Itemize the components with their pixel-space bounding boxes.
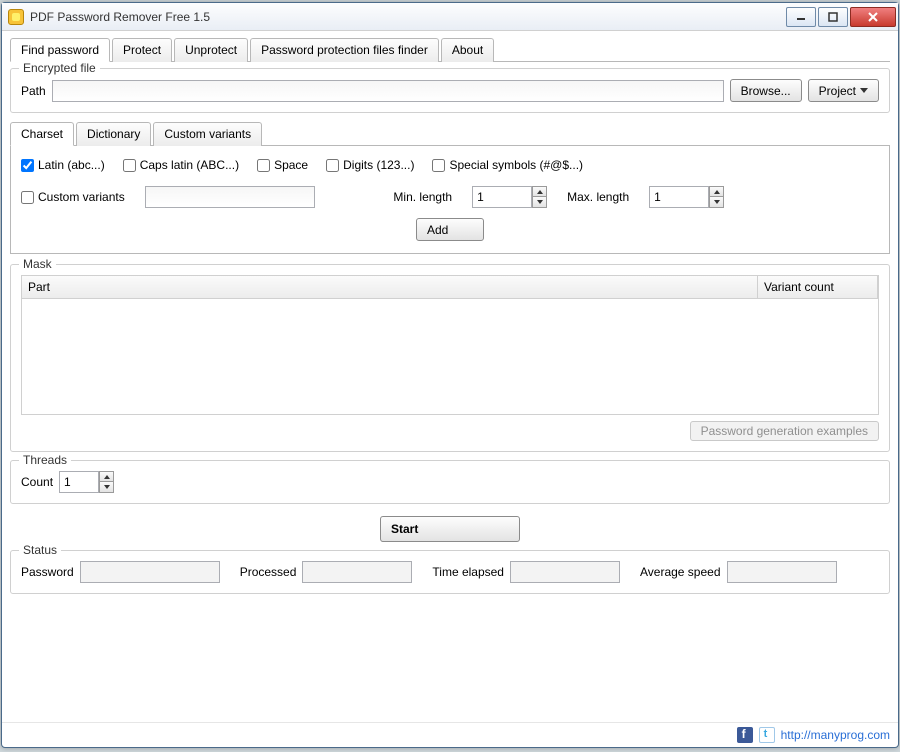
project-label: Project	[819, 84, 856, 98]
label-count: Count	[21, 475, 53, 489]
processed-output	[302, 561, 412, 583]
footer: http://manyprog.com	[2, 722, 898, 747]
password-output	[80, 561, 220, 583]
checkbox-caps-latin[interactable]: Caps latin (ABC...)	[123, 158, 239, 172]
app-icon	[8, 9, 24, 25]
window-title: PDF Password Remover Free 1.5	[30, 10, 210, 24]
start-label: Start	[391, 522, 418, 536]
project-button[interactable]: Project	[808, 79, 879, 102]
maximize-button[interactable]	[818, 7, 848, 27]
close-button[interactable]	[850, 7, 896, 27]
min-length-down[interactable]	[532, 197, 547, 208]
legend-status: Status	[19, 543, 61, 557]
label-password: Password	[21, 565, 74, 579]
tab-protect[interactable]: Protect	[112, 38, 172, 62]
threads-stepper[interactable]	[59, 471, 114, 493]
threads-down[interactable]	[99, 482, 114, 493]
label-max-length: Max. length	[567, 190, 629, 204]
tab-about[interactable]: About	[441, 38, 494, 62]
client-area: Find password Protect Unprotect Password…	[2, 31, 898, 722]
max-length-stepper[interactable]	[649, 186, 724, 208]
avg-speed-output	[727, 561, 837, 583]
charset-tabs: Charset Dictionary Custom variants	[10, 121, 890, 146]
subtab-dictionary[interactable]: Dictionary	[76, 122, 151, 146]
col-part[interactable]: Part	[22, 276, 758, 298]
time-elapsed-output	[510, 561, 620, 583]
window-controls	[784, 7, 896, 27]
legend-mask: Mask	[19, 257, 56, 271]
threads-input[interactable]	[59, 471, 99, 493]
max-length-up[interactable]	[709, 186, 724, 197]
twitter-icon[interactable]	[759, 727, 775, 743]
checkbox-custom-variants[interactable]: Custom variants	[21, 190, 125, 204]
legend-threads: Threads	[19, 453, 71, 467]
subtab-custom-variants[interactable]: Custom variants	[153, 122, 262, 146]
group-mask: Mask Part Variant count Password generat…	[10, 264, 890, 452]
label-space: Space	[274, 158, 308, 172]
tab-unprotect[interactable]: Unprotect	[174, 38, 248, 62]
facebook-icon[interactable]	[737, 727, 753, 743]
min-length-stepper[interactable]	[472, 186, 547, 208]
tab-protection-finder[interactable]: Password protection files finder	[250, 38, 439, 62]
titlebar: PDF Password Remover Free 1.5	[2, 3, 898, 31]
label-min-length: Min. length	[393, 190, 452, 204]
label-avg-speed: Average speed	[640, 565, 721, 579]
checkbox-latin[interactable]: Latin (abc...)	[21, 158, 105, 172]
charset-panel: Latin (abc...) Caps latin (ABC...) Space…	[10, 146, 890, 254]
browse-button[interactable]: Browse...	[730, 79, 802, 102]
label-special: Special symbols (#@$...)	[449, 158, 583, 172]
add-label: Add	[427, 223, 448, 237]
browse-label: Browse...	[741, 84, 791, 98]
min-length-up[interactable]	[532, 186, 547, 197]
homepage-link[interactable]: http://manyprog.com	[781, 728, 890, 742]
label-digits: Digits (123...)	[343, 158, 414, 172]
min-length-input[interactable]	[472, 186, 532, 208]
label-time-elapsed: Time elapsed	[432, 565, 504, 579]
label-path: Path	[21, 84, 46, 98]
subtab-charset[interactable]: Charset	[10, 122, 74, 146]
minimize-button[interactable]	[786, 7, 816, 27]
legend-encrypted: Encrypted file	[19, 61, 100, 75]
checkbox-special[interactable]: Special symbols (#@$...)	[432, 158, 583, 172]
label-latin: Latin (abc...)	[38, 158, 105, 172]
threads-up[interactable]	[99, 471, 114, 482]
label-custom-variants: Custom variants	[38, 190, 125, 204]
tab-find-password[interactable]: Find password	[10, 38, 110, 62]
checkbox-space[interactable]: Space	[257, 158, 308, 172]
group-status: Status Password Processed Time elapsed A…	[10, 550, 890, 594]
custom-variants-input[interactable]	[145, 186, 315, 208]
col-variant-count[interactable]: Variant count	[758, 276, 878, 298]
chevron-down-icon	[860, 88, 868, 93]
examples-button: Password generation examples	[690, 421, 879, 441]
label-processed: Processed	[240, 565, 297, 579]
group-threads: Threads Count	[10, 460, 890, 504]
label-caps: Caps latin (ABC...)	[140, 158, 239, 172]
app-window: PDF Password Remover Free 1.5 Find passw…	[1, 2, 899, 748]
main-tabs: Find password Protect Unprotect Password…	[10, 37, 890, 62]
group-encrypted-file: Encrypted file Path Browse... Project	[10, 68, 890, 113]
path-input[interactable]	[52, 80, 724, 102]
checkbox-digits[interactable]: Digits (123...)	[326, 158, 414, 172]
mask-table[interactable]: Part Variant count	[21, 275, 879, 415]
max-length-down[interactable]	[709, 197, 724, 208]
add-button[interactable]: Add	[416, 218, 484, 241]
mask-table-header: Part Variant count	[22, 276, 878, 299]
max-length-input[interactable]	[649, 186, 709, 208]
start-button[interactable]: Start	[380, 516, 520, 542]
